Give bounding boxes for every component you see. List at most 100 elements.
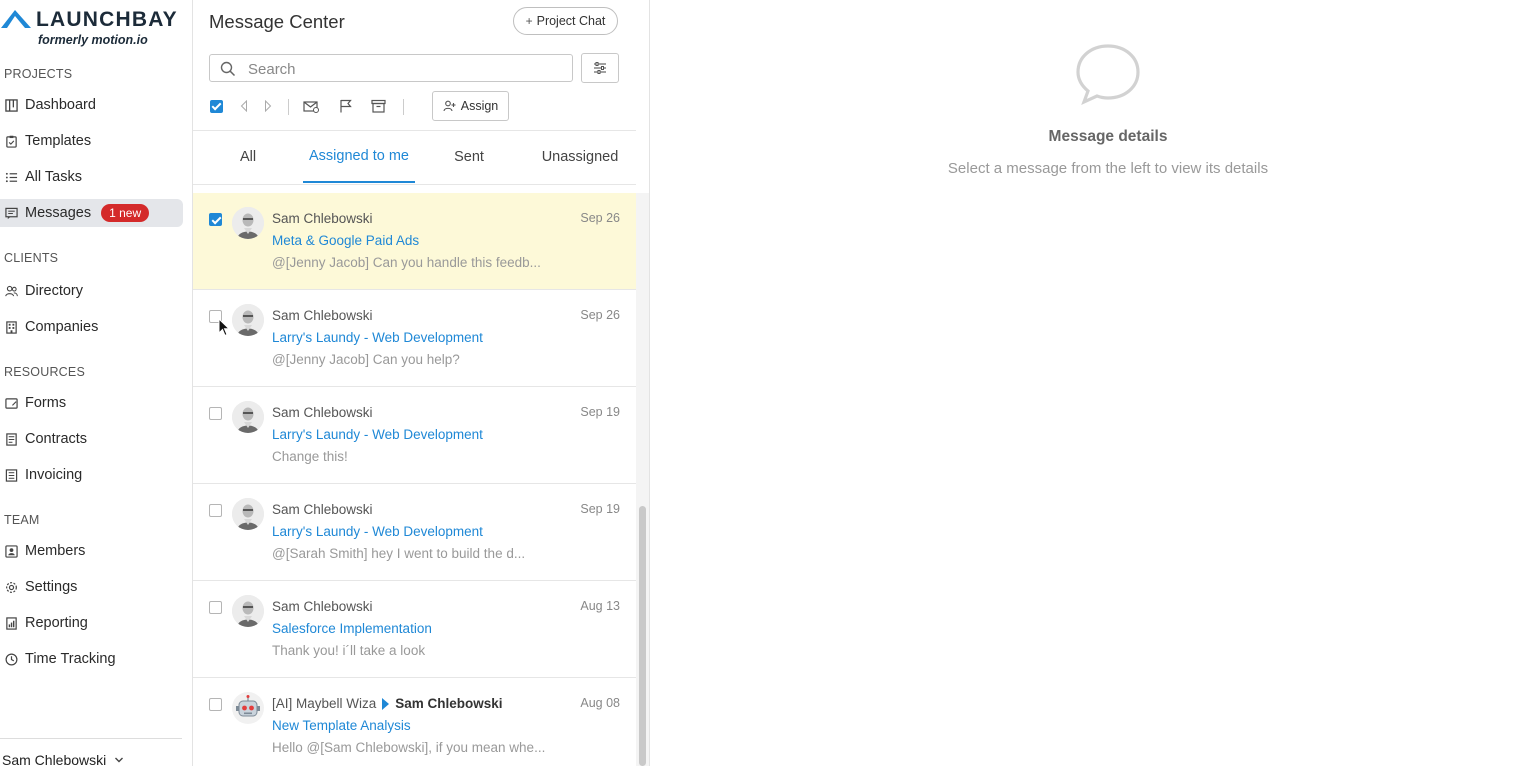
document-icon bbox=[4, 432, 18, 446]
message-subject[interactable]: Larry's Laundy - Web Development bbox=[272, 524, 483, 539]
next-page-button[interactable] bbox=[261, 92, 275, 120]
message-row[interactable]: Sam Chlebowski Sep 19 Larry's Laundy - Web… bbox=[193, 387, 636, 484]
message-preview: Hello @[Sam Chlebowski], if you mean whe… bbox=[272, 740, 546, 755]
details-title: Message details bbox=[1048, 128, 1168, 145]
assign-button[interactable]: Assign bbox=[432, 91, 509, 121]
select-all-checkbox[interactable] bbox=[209, 92, 223, 120]
message-preview: @[Jenny Jacob] Can you handle this feedb… bbox=[272, 255, 541, 270]
flag-icon bbox=[339, 99, 352, 113]
message-tabs: All Assigned to me Sent Unassigned bbox=[193, 130, 636, 185]
sidebar-item-directory[interactable]: Directory bbox=[0, 277, 183, 305]
building-icon bbox=[4, 320, 18, 334]
message-subject[interactable]: Larry's Laundy - Web Development bbox=[272, 330, 483, 345]
message-center-panel: Message Center + Project Chat Assign bbox=[192, 0, 650, 766]
message-checkbox[interactable] bbox=[209, 601, 222, 614]
gear-icon bbox=[4, 580, 18, 594]
assign-label: Assign bbox=[460, 99, 499, 113]
sender-name: Sam Chlebowski bbox=[272, 211, 373, 226]
message-subject[interactable]: Meta & Google Paid Ads bbox=[272, 233, 419, 248]
message-preview: @[Jenny Jacob] Can you help? bbox=[272, 352, 460, 367]
sidebar-item-invoicing[interactable]: Invoicing bbox=[0, 461, 183, 489]
message-date: Sep 26 bbox=[580, 308, 620, 322]
details-subtitle: Select a message from the left to view i… bbox=[947, 160, 1269, 177]
message-subject[interactable]: Salesforce Implementation bbox=[272, 621, 432, 636]
message-date: Sep 19 bbox=[580, 405, 620, 419]
message-date: Aug 13 bbox=[580, 599, 620, 613]
invoice-icon bbox=[4, 468, 18, 482]
previous-page-button[interactable] bbox=[237, 92, 251, 120]
sidebar-item-companies[interactable]: Companies bbox=[0, 313, 183, 341]
message-details-panel: Message details Select a message from th… bbox=[650, 0, 1534, 766]
message-checkbox[interactable] bbox=[209, 698, 222, 711]
chevron-down-icon bbox=[115, 757, 124, 763]
sender-name: [AI] Maybell Wiza bbox=[272, 696, 377, 711]
sidebar-item-members[interactable]: Members bbox=[0, 537, 183, 565]
tab-sent[interactable]: Sent bbox=[439, 131, 499, 183]
message-toolbar: Assign bbox=[209, 91, 629, 121]
message-row[interactable]: Sam Chlebowski Sep 26 Larry's Laundy - Web… bbox=[193, 290, 636, 387]
message-checkbox[interactable] bbox=[209, 213, 222, 226]
message-subject[interactable]: Larry's Laundy - Web Development bbox=[272, 427, 483, 442]
launchbay-logo-icon bbox=[1, 10, 31, 28]
search-icon bbox=[220, 61, 236, 77]
sidebar-item-label: Members bbox=[25, 543, 86, 559]
message-date: Sep 19 bbox=[580, 502, 620, 516]
new-messages-badge: 1 new bbox=[101, 204, 150, 222]
sidebar-item-templates[interactable]: Templates bbox=[0, 127, 183, 155]
message-checkbox[interactable] bbox=[209, 407, 222, 420]
brand-logo[interactable]: LAUNCHBAY formerly motion.io bbox=[0, 6, 190, 47]
sidebar-item-messages[interactable]: Messages 1 new bbox=[0, 199, 183, 227]
project-chat-label: Project Chat bbox=[536, 14, 606, 28]
message-icon bbox=[4, 206, 18, 220]
scrollbar-thumb[interactable] bbox=[639, 506, 646, 766]
flag-button[interactable] bbox=[337, 92, 353, 120]
sidebar-item-time-tracking[interactable]: Time Tracking bbox=[0, 645, 183, 673]
search-input[interactable] bbox=[246, 57, 560, 81]
dashboard-icon bbox=[4, 98, 18, 112]
project-chat-button[interactable]: + Project Chat bbox=[513, 7, 618, 35]
brand-name: LAUNCHBAY bbox=[36, 8, 178, 31]
sidebar-item-all-tasks[interactable]: All Tasks bbox=[0, 163, 183, 191]
search-box[interactable] bbox=[209, 54, 573, 82]
message-preview: Change this! bbox=[272, 449, 348, 464]
message-row[interactable]: Sam Chlebowski Sep 19 Larry's Laundy - Web… bbox=[193, 484, 636, 581]
toolbar-divider bbox=[288, 99, 289, 115]
message-subject[interactable]: New Template Analysis bbox=[272, 718, 411, 733]
message-checkbox[interactable] bbox=[209, 504, 222, 517]
sidebar-item-label: Dashboard bbox=[25, 97, 96, 113]
sidebar-item-label: Time Tracking bbox=[25, 651, 116, 667]
message-sender: Sam Chlebowski bbox=[272, 502, 373, 517]
sidebar-item-label: Messages bbox=[25, 205, 92, 221]
sidebar-item-reporting[interactable]: Reporting bbox=[0, 609, 183, 637]
member-card-icon bbox=[4, 544, 18, 558]
sidebar-item-settings[interactable]: Settings bbox=[0, 573, 183, 601]
sidebar-item-contracts[interactable]: Contracts bbox=[0, 425, 183, 453]
archive-button[interactable] bbox=[370, 92, 386, 120]
message-row[interactable]: Sam Chlebowski Aug 13 Salesforce Implement… bbox=[193, 581, 636, 678]
chevron-left-icon bbox=[240, 100, 247, 112]
tab-unassigned[interactable]: Unassigned bbox=[533, 131, 627, 183]
avatar bbox=[232, 207, 264, 239]
sidebar-item-label: Invoicing bbox=[25, 467, 83, 483]
message-row[interactable]: [AI] Maybell Wiza Sam Chlebowski Aug 08 New… bbox=[193, 678, 636, 766]
message-preview: @[Sarah Smith] hey I went to build the d… bbox=[272, 546, 526, 561]
section-clients: CLIENTS bbox=[4, 251, 59, 265]
section-team: TEAM bbox=[4, 513, 40, 527]
message-sender: Sam Chlebowski bbox=[272, 308, 373, 323]
sidebar-item-label: All Tasks bbox=[25, 169, 82, 185]
sidebar-item-forms[interactable]: Forms bbox=[0, 389, 183, 417]
tab-assigned-to-me[interactable]: Assigned to me bbox=[303, 131, 415, 183]
sidebar-item-dashboard[interactable]: Dashboard bbox=[0, 91, 183, 119]
brand-subtitle: formerly motion.io bbox=[38, 33, 148, 47]
message-date: Sep 26 bbox=[580, 211, 620, 225]
mark-read-button[interactable] bbox=[302, 92, 320, 120]
toolbar-divider bbox=[403, 99, 404, 115]
sidebar-item-label: Directory bbox=[25, 283, 84, 299]
sidebar-item-label: Templates bbox=[25, 133, 92, 149]
filter-button[interactable] bbox=[581, 53, 619, 83]
sliders-icon bbox=[594, 62, 606, 74]
tab-all[interactable]: All bbox=[221, 131, 275, 183]
message-row[interactable]: Sam Chlebowski Sep 26 Meta & Google Paid A… bbox=[193, 193, 636, 290]
sidebar-item-label: Settings bbox=[25, 579, 78, 595]
chat-bubble-icon bbox=[1076, 44, 1140, 106]
